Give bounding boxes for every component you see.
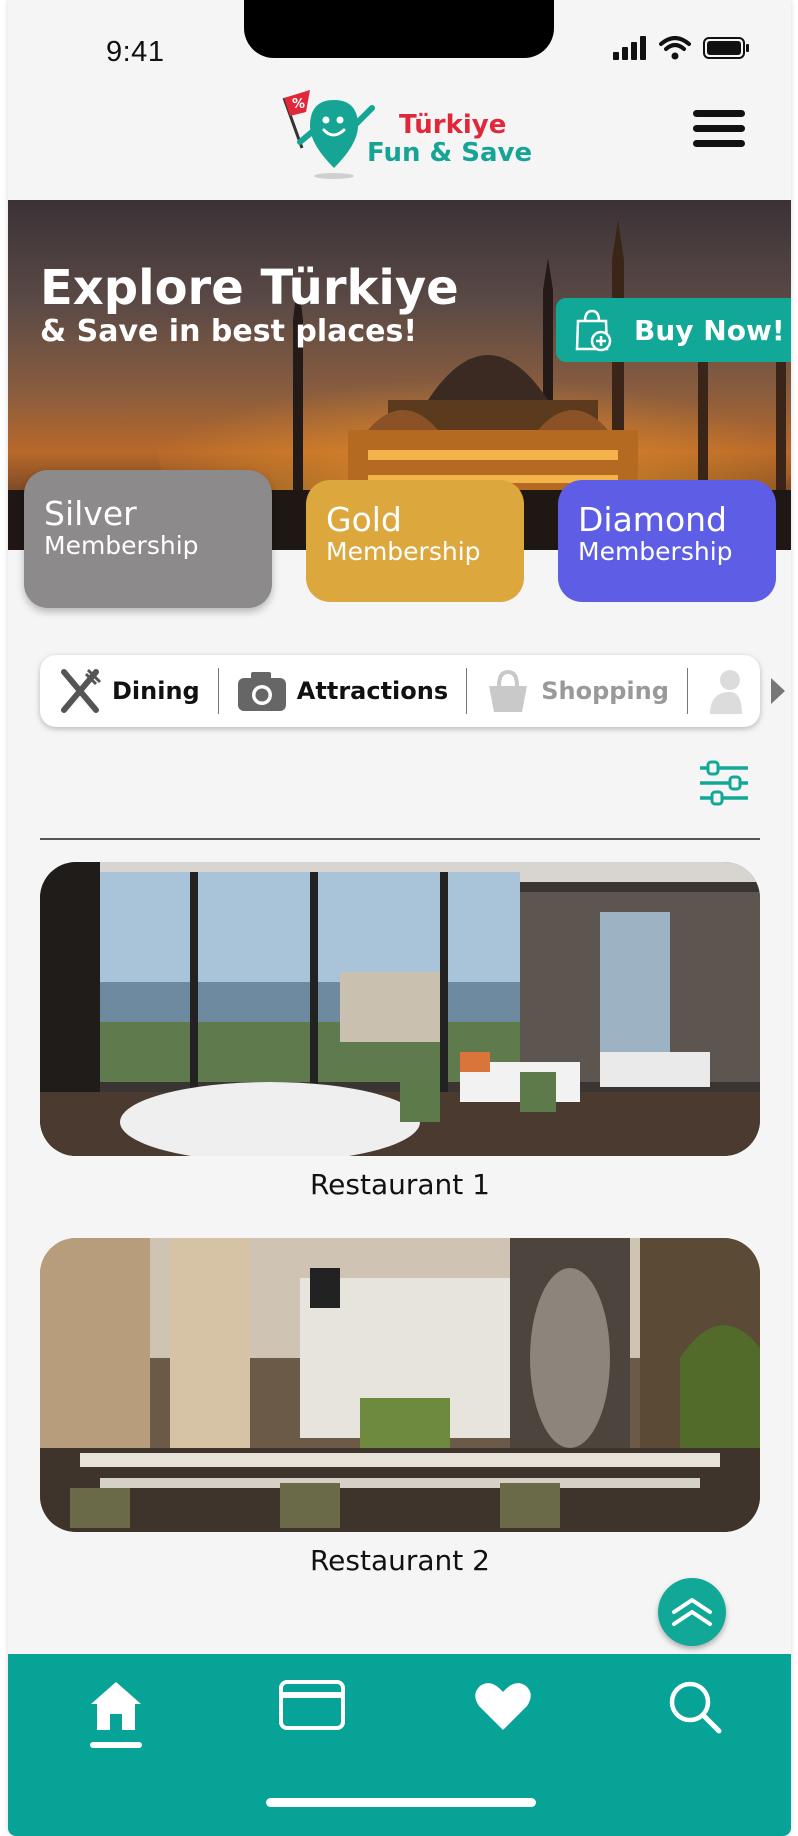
category-attractions[interactable]: Attractions [219,655,466,727]
heart-icon [475,1683,531,1730]
restaurant-interior-image [40,862,760,1156]
membership-sub: Membership [326,537,481,566]
menu-button[interactable] [693,110,745,154]
search-icon [669,1681,722,1734]
signal-icon [613,36,646,60]
shopping-bag-icon [489,669,528,712]
membership-name: Gold [326,500,402,539]
category-label: Attractions [296,677,449,705]
active-tab-indicator [90,1742,142,1748]
home-indicator[interactable] [266,1798,536,1807]
wifi-icon [659,36,691,60]
chevron-right-icon[interactable] [768,676,788,706]
restaurant-photo [40,862,760,1156]
notch [244,0,554,58]
nav-home[interactable] [76,1680,156,1760]
restaurant-card[interactable]: Restaurant 2 [40,1238,760,1577]
hero-title: Explore Türkiye [40,260,459,316]
restaurant-card[interactable]: Restaurant 1 [40,862,760,1201]
brand-line2: Fun & Save [367,138,533,168]
restaurant-name: Restaurant 1 [309,1168,490,1201]
svg-text:%: % [292,97,305,112]
fork-knife-icon [61,668,102,713]
buy-now-label: Buy Now! [634,313,785,347]
restaurant-name: Restaurant 2 [309,1544,490,1577]
category-bar: Dining Attractions Shopping [40,655,760,727]
membership-sub: Membership [44,531,199,560]
membership-name: Silver [44,494,137,533]
brand-line1: Türkiye [399,110,507,140]
category-more[interactable] [688,655,760,727]
battery-icon [703,37,749,59]
home-icon [91,1682,141,1730]
status-bar: 9:41 [8,0,791,90]
nav-favorites[interactable] [463,1680,543,1760]
mascot-icon: % [282,90,375,179]
section-divider [40,838,760,840]
restaurant-interior-image [40,1238,760,1532]
category-shopping[interactable]: Shopping [467,655,687,727]
restaurant-photo [40,1238,760,1532]
membership-card-gold[interactable]: Gold Membership [306,480,524,602]
membership-sub: Membership [578,537,733,566]
filter-sliders-icon[interactable] [698,760,750,806]
membership-card-diamond[interactable]: Diamond Membership [558,480,776,602]
hamburger-bar [693,110,745,117]
phone-screen: 9:41 % Türkiye Fun & Save Explore Türkiy… [8,0,791,1836]
status-time: 9:41 [106,36,165,68]
membership-name: Diamond [578,500,727,539]
category-dining[interactable]: Dining [40,655,218,727]
scroll-to-top-button[interactable] [658,1578,726,1646]
category-label: Dining [112,677,200,705]
brand-logo[interactable]: % Türkiye Fun & Save [270,86,550,186]
person-icon [709,670,742,714]
hamburger-bar [693,140,745,147]
double-chevron-up-icon [672,1598,712,1626]
bottom-nav [8,1654,791,1836]
nav-search[interactable] [655,1680,735,1760]
buy-now-button[interactable]: Buy Now! [556,298,791,362]
status-icons [613,36,751,60]
nav-cards[interactable] [272,1680,352,1760]
hamburger-bar [693,125,745,132]
camera-icon [237,672,286,711]
shopping-bag-add-icon [575,309,612,352]
category-label: Shopping [541,677,669,705]
card-icon [279,1680,345,1730]
hero-subtitle: & Save in best places! [40,314,418,349]
membership-card-silver[interactable]: Silver Membership [24,470,272,608]
